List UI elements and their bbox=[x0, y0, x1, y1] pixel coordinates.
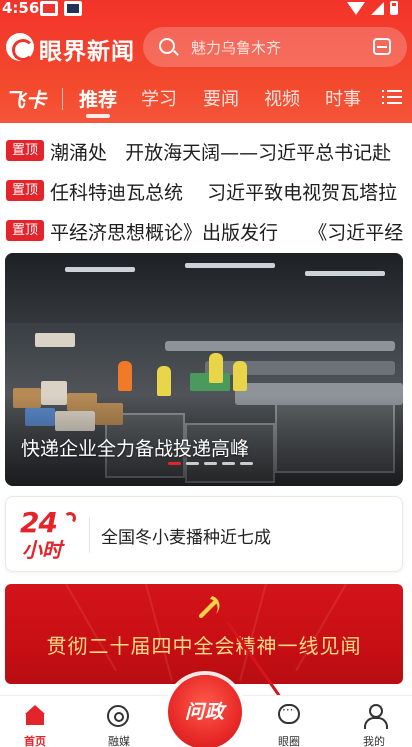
wifi-icon bbox=[347, 1, 365, 15]
broadcast-wave-icon bbox=[64, 512, 76, 524]
logo-row: 眼界新闻 魅力乌鲁木齐 bbox=[0, 27, 412, 71]
news-24h-logo: 24 小时 bbox=[20, 506, 80, 562]
tab-video[interactable]: 视频 bbox=[264, 85, 300, 111]
header: 4:56 眼界新闻 魅力乌鲁木齐 飞卡 推荐 学习 要闻 视频 时事 bbox=[0, 0, 412, 123]
headline-text: 潮涌处 开放海天阔——习近平总书记赴 bbox=[50, 142, 392, 164]
headline-item[interactable]: 置顶 任科特迪瓦总统 习近平致电视贺瓦塔拉 bbox=[0, 171, 412, 211]
banner-caption: 快递企业全力备战投递高峰 bbox=[21, 438, 250, 460]
cell-signal-icon bbox=[371, 1, 384, 15]
notification-app-icon bbox=[64, 1, 82, 16]
headline-text: 任科特迪瓦总统 习近平致电视贺瓦塔拉 bbox=[50, 182, 398, 204]
featured-banner[interactable]: 快递企业全力备战投递高峰 bbox=[5, 253, 403, 486]
nav-label: 首页 bbox=[24, 735, 46, 747]
promo-text: 贯彻二十届四中全会精神一线见闻 bbox=[46, 634, 362, 658]
pinned-badge: 置顶 bbox=[6, 140, 44, 161]
nav-home[interactable]: 首页 bbox=[0, 696, 70, 747]
carousel-dot[interactable] bbox=[222, 462, 235, 465]
promo-banner[interactable]: 贯彻二十届四中全会精神一线见闻 bbox=[5, 584, 403, 684]
carousel-dot[interactable] bbox=[168, 462, 181, 465]
chat-bubble-icon bbox=[278, 703, 300, 724]
battery-icon bbox=[390, 1, 398, 15]
headline-item[interactable]: 置顶 潮涌处 开放海天阔——习近平总书记赴 bbox=[0, 131, 412, 171]
user-icon bbox=[364, 704, 388, 729]
pinned-badge: 置顶 bbox=[6, 180, 44, 201]
news-24h-headline: 全国冬小麦播种近七成 bbox=[101, 528, 271, 548]
app-logo-icon bbox=[6, 33, 34, 61]
app-screen: 4:56 眼界新闻 魅力乌鲁木齐 飞卡 推荐 学习 要闻 视频 时事 置顶 潮涌… bbox=[0, 0, 412, 747]
nav-profile[interactable]: 我的 bbox=[339, 696, 409, 747]
channel-menu-icon[interactable] bbox=[382, 89, 402, 105]
nav-label: 融媒 bbox=[108, 735, 130, 747]
status-time: 4:56 bbox=[2, 0, 40, 17]
divider bbox=[62, 88, 63, 110]
app-logo-text: 眼界新闻 bbox=[39, 39, 135, 65]
carousel-dot[interactable] bbox=[204, 462, 217, 465]
news-24h-card[interactable]: 24 小时 全国冬小麦播种近七成 bbox=[5, 496, 403, 572]
headline-item[interactable]: 置顶 平经济思想概论》出版发行 《习近平经 bbox=[0, 211, 412, 251]
channel-tabs: 飞卡 推荐 学习 要闻 视频 时事 bbox=[0, 78, 412, 120]
media-icon bbox=[107, 705, 129, 727]
wenzheng-label: 问政 bbox=[184, 701, 225, 723]
home-icon bbox=[24, 705, 46, 725]
party-emblem-icon bbox=[199, 596, 220, 618]
search-placeholder: 魅力乌鲁木齐 bbox=[191, 39, 282, 57]
nav-media[interactable]: 融媒 bbox=[84, 696, 154, 747]
pinned-badge: 置顶 bbox=[6, 220, 44, 241]
tab-current-affairs[interactable]: 时事 bbox=[325, 85, 361, 111]
search-bar[interactable]: 魅力乌鲁木齐 bbox=[143, 27, 407, 67]
status-bar: 4:56 bbox=[0, 0, 412, 18]
tab-study[interactable]: 学习 bbox=[141, 85, 177, 111]
news-24h-logo-word: 小时 bbox=[22, 538, 62, 562]
notification-app-icon bbox=[40, 1, 58, 16]
carousel-dot[interactable] bbox=[240, 462, 253, 465]
divider bbox=[89, 517, 90, 553]
feika-logo[interactable]: 飞卡 bbox=[5, 84, 47, 113]
nav-label: 眼圈 bbox=[278, 735, 300, 747]
tab-recommend[interactable]: 推荐 bbox=[79, 85, 117, 112]
tab-news[interactable]: 要闻 bbox=[203, 85, 239, 111]
status-icons bbox=[347, 0, 398, 16]
search-icon bbox=[159, 38, 175, 54]
scan-icon[interactable] bbox=[373, 38, 391, 55]
wenzheng-center-button[interactable]: 问政 bbox=[168, 675, 242, 747]
pinned-headlines: 置顶 潮涌处 开放海天阔——习近平总书记赴 置顶 任科特迪瓦总统 习近平致电视贺… bbox=[0, 131, 412, 251]
active-tab-indicator bbox=[86, 114, 110, 118]
carousel-dots bbox=[168, 462, 253, 465]
nav-label: 我的 bbox=[363, 735, 385, 747]
headline-text: 平经济思想概论》出版发行 《习近平经 bbox=[50, 222, 404, 244]
carousel-dot[interactable] bbox=[186, 462, 199, 465]
nav-circle[interactable]: 眼圈 bbox=[254, 696, 324, 747]
